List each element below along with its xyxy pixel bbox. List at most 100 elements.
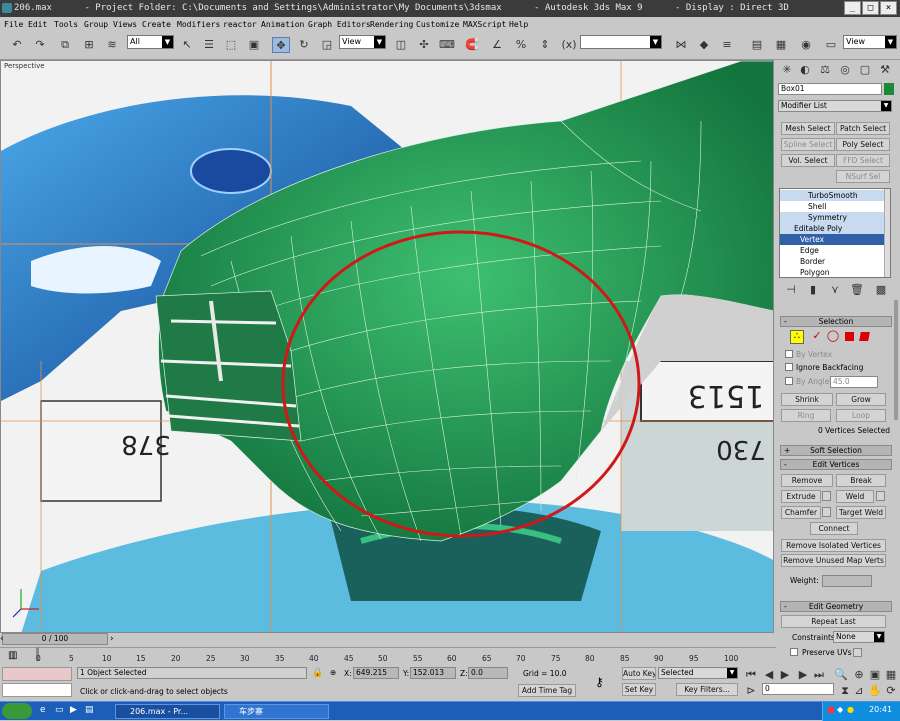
percent-snap-icon[interactable]: % — [512, 37, 530, 53]
vertex-subobject-icon[interactable]: ∴ — [790, 330, 804, 344]
lock-selection-icon[interactable]: 🔒 — [312, 668, 323, 678]
select-object-icon[interactable]: ↖ — [178, 37, 196, 53]
make-unique-icon[interactable]: ⋎ — [826, 282, 844, 298]
menu-rendering[interactable]: Rendering — [370, 20, 413, 29]
modifier-list-dropdown[interactable]: Modifier List ▼ — [778, 100, 892, 112]
nsurf-sel-button[interactable]: NSurf Sel — [836, 170, 890, 183]
extrude-button[interactable]: Extrude — [781, 490, 821, 503]
vol-select-button[interactable]: Vol. Select — [781, 154, 835, 167]
constraints-dropdown[interactable]: None ▼ — [833, 631, 885, 643]
patch-select-button[interactable]: Patch Select — [836, 122, 890, 135]
target-weld-button[interactable]: Target Weld — [836, 506, 886, 519]
utilities-tab-icon[interactable]: ⚒ — [876, 62, 894, 78]
layer-manager-icon[interactable]: ≡ — [718, 37, 736, 53]
extrude-settings-icon[interactable] — [822, 491, 831, 501]
arc-rotate-icon[interactable]: ⟳ — [882, 683, 900, 699]
weight-spinner[interactable] — [822, 575, 872, 587]
stack-item-symmetry[interactable]: Symmetry — [780, 212, 884, 223]
polygon-subobject-icon[interactable] — [845, 332, 854, 341]
reference-coord-dropdown[interactable]: View ▼ — [339, 35, 386, 49]
link-icon[interactable]: ⧉ — [56, 37, 74, 53]
menu-help[interactable]: Help — [509, 20, 528, 29]
angle-snap-icon[interactable]: ∠ — [488, 37, 506, 53]
weld-settings-icon[interactable] — [876, 491, 885, 501]
edit-geometry-rollout-header[interactable]: - Edit Geometry — [780, 601, 892, 612]
chamfer-settings-icon[interactable] — [822, 507, 831, 517]
bind-space-warp-icon[interactable]: ≋ — [103, 37, 121, 53]
undo-icon[interactable]: ↶ — [8, 37, 26, 53]
select-and-rotate-icon[interactable]: ↻ — [295, 37, 313, 53]
key-selection-dropdown[interactable]: Selected ▼ — [658, 667, 738, 679]
key-filters-button[interactable]: Key Filters... — [676, 683, 738, 696]
mirror-icon[interactable]: ⋈ — [672, 37, 690, 53]
menu-edit[interactable]: Edit — [28, 20, 47, 29]
loop-button[interactable]: Loop — [836, 409, 886, 422]
current-frame-field[interactable]: 0 — [762, 683, 834, 695]
menu-animation[interactable]: Animation — [261, 20, 304, 29]
prev-frame-arrow-icon[interactable]: ‹ — [0, 634, 4, 644]
window-crossing-icon[interactable]: ▣ — [245, 37, 263, 53]
curve-editor-icon[interactable]: ▤ — [748, 37, 766, 53]
stack-item-turbosmooth[interactable]: TurboSmooth — [780, 190, 884, 201]
remove-unused-map-verts-button[interactable]: Remove Unused Map Verts — [781, 554, 886, 567]
pivot-center-icon[interactable]: ◫ — [392, 37, 410, 53]
absolute-mode-icon[interactable]: ⊕ — [330, 668, 336, 677]
angle-spinner[interactable]: 45.0 — [830, 376, 878, 388]
minimize-button[interactable]: _ — [844, 1, 861, 15]
render-scene-icon[interactable]: ▭ — [822, 37, 840, 53]
spinner-snap-icon[interactable]: ⇕ — [536, 37, 554, 53]
menu-maxscript[interactable]: MAXScript — [463, 20, 506, 29]
x-coordinate-field[interactable]: 649.215 — [353, 667, 399, 679]
grow-button[interactable]: Grow — [836, 393, 886, 406]
motion-tab-icon[interactable]: ◎ — [836, 62, 854, 78]
ffd-select-button[interactable]: FFD Select — [836, 154, 890, 167]
chamfer-button[interactable]: Chamfer — [781, 506, 821, 519]
z-coordinate-field[interactable]: 0.0 — [468, 667, 508, 679]
quick-launch-ie-icon[interactable]: e — [40, 705, 46, 715]
add-time-tag-button[interactable]: Add Time Tag — [518, 684, 576, 697]
select-and-move-icon[interactable]: ✥ — [272, 37, 290, 53]
object-name-field[interactable]: Box01 — [778, 83, 882, 95]
object-color-swatch[interactable] — [884, 83, 894, 95]
selection-filter-dropdown[interactable]: All ▼ — [127, 35, 174, 49]
menu-tools[interactable]: Tools — [54, 20, 78, 29]
play-icon[interactable]: ▶ — [776, 667, 794, 683]
taskbar-item-folder[interactable]: 车步寨 — [224, 704, 329, 719]
go-to-end-icon[interactable]: ⏭ — [810, 667, 828, 683]
stack-item-polygon[interactable]: Polygon — [780, 267, 884, 278]
command-panel-scrollbar[interactable] — [894, 300, 898, 420]
zoom-extents-all-icon[interactable]: ▦ — [882, 667, 900, 683]
select-and-scale-icon[interactable]: ◲ — [318, 37, 336, 53]
menu-graph-editors[interactable]: Graph Editors — [308, 20, 371, 29]
stack-item-vertex[interactable]: Vertex — [780, 234, 884, 245]
shrink-button[interactable]: Shrink — [781, 393, 833, 406]
soft-selection-rollout-header[interactable]: + Soft Selection — [780, 445, 892, 456]
rectangular-selection-icon[interactable]: ⬚ — [222, 37, 240, 53]
preserve-uvs-checkbox[interactable] — [790, 648, 798, 656]
stack-scrollbar[interactable] — [884, 189, 890, 277]
menu-group[interactable]: Group — [84, 20, 108, 29]
edit-named-selection-icon[interactable]: (x) — [560, 37, 578, 53]
named-selection-dropdown[interactable]: ▼ — [580, 35, 662, 49]
menu-views[interactable]: Views — [113, 20, 137, 29]
by-vertex-checkbox[interactable] — [785, 350, 793, 358]
tray-antivirus-icon[interactable]: ■ — [827, 705, 835, 714]
menu-customize[interactable]: Customize — [416, 20, 459, 29]
selection-rollout-header[interactable]: - Selection — [780, 316, 892, 327]
mesh-select-button[interactable]: Mesh Select — [781, 122, 835, 135]
render-type-dropdown[interactable]: View ▼ — [843, 35, 897, 49]
configure-modifier-sets-icon[interactable]: ▩ — [872, 282, 890, 298]
snap-toggle-icon[interactable]: 🧲 — [463, 37, 481, 53]
create-tab-icon[interactable]: ✳ — [778, 62, 796, 78]
menu-file[interactable]: File — [4, 20, 23, 29]
menu-reactor[interactable]: reactor — [223, 20, 257, 29]
material-editor-icon[interactable]: ◉ — [797, 37, 815, 53]
show-end-result-icon[interactable]: ▮ — [804, 282, 822, 298]
start-button[interactable] — [2, 703, 32, 719]
border-subobject-icon[interactable]: ◯ — [824, 328, 842, 344]
modify-tab-icon[interactable]: ◐ — [796, 62, 814, 78]
stack-item-shell[interactable]: Shell — [780, 201, 884, 212]
tray-network-icon[interactable]: ◆ — [837, 705, 843, 714]
remove-modifier-icon[interactable]: 🗑 — [848, 282, 866, 298]
align-icon[interactable]: ◆ — [695, 37, 713, 53]
